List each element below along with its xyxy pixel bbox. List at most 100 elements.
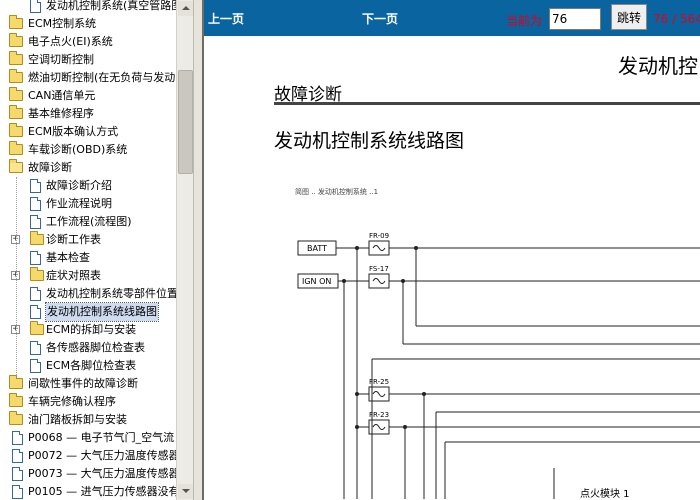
tree-item[interactable]: 发动机控制系统线路图: [0, 302, 176, 322]
tree-item-label: 油门踏板拆卸与安装: [28, 413, 127, 426]
tree-item-label: 故障诊断: [28, 161, 72, 174]
tree-item-label: 工作流程(流程图): [46, 215, 132, 228]
ignition-module-label: 点火模块 1: [580, 488, 630, 500]
scroll-thumb[interactable]: [178, 70, 193, 174]
tree-item-label: 发动机控制系统线路图: [45, 302, 159, 322]
tree-item[interactable]: P0105 — 进气压力传感器没有: [0, 483, 176, 500]
document-icon: [12, 449, 23, 463]
tree-item[interactable]: 各传感器脚位检查表: [0, 339, 176, 357]
folder-icon: [9, 15, 23, 29]
content-pane: 上一页 下一页 当前为 跳转 76 / 564 发动机控 故障诊断 发动机控制系…: [204, 0, 700, 500]
document-icon: [12, 431, 23, 445]
next-page-link[interactable]: 下一页: [362, 10, 398, 27]
page-counter: 76 / 564: [653, 12, 700, 26]
tree-item-label: CAN通信单元: [28, 89, 96, 102]
tree-item[interactable]: 燃油切断控制(在无负荷与发动: [0, 69, 176, 87]
tree-item[interactable]: 基本检查: [0, 249, 176, 267]
tree-item-label: 各传感器脚位检查表: [46, 341, 145, 354]
tree-item[interactable]: 发动机控制系统零部件位置: [0, 285, 176, 303]
tree-item[interactable]: 车载诊断(OBD)系统: [0, 141, 176, 159]
folder-icon: [9, 393, 23, 407]
tree-item[interactable]: P0072 — 大气压力温度传感器: [0, 447, 176, 465]
tree-item-label: P0073 — 大气压力温度传感器: [28, 467, 176, 480]
document-icon: [30, 0, 41, 13]
tree-item-label: 基本维修程序: [28, 107, 94, 120]
tree-item[interactable]: + 症状对照表: [0, 267, 176, 285]
page-toolbar: 上一页 下一页 当前为 跳转 76 / 564: [204, 0, 700, 36]
tree-item-label: 燃油切断控制(在无负荷与发动: [28, 71, 176, 84]
tree-item-label: 作业流程说明: [46, 197, 112, 210]
tree-item[interactable]: P0073 — 大气压力温度传感器: [0, 465, 176, 483]
pane-splitter[interactable]: [193, 0, 204, 500]
tree-item[interactable]: 车辆完修确认程序: [0, 393, 176, 411]
tree-item-label: 车辆完修确认程序: [28, 395, 116, 408]
doc-page-title: 发动机控制系统线路图: [274, 130, 465, 152]
jump-button[interactable]: 跳转: [611, 4, 647, 30]
tree-item[interactable]: ECM控制系统: [0, 15, 176, 33]
fuse-label-fr23: FR-23: [369, 411, 389, 419]
tree-item-label: ECM版本确认方式: [28, 125, 119, 138]
document-icon: [30, 215, 41, 229]
document-icon: [12, 485, 23, 499]
tree-item-label: ECM的拆卸与安装: [46, 323, 137, 336]
tree-item[interactable]: P0068 — 电子节气门_空气流: [0, 429, 176, 447]
fuse-label-fr09: FR-09: [369, 232, 389, 240]
tree-item-label: 车载诊断(OBD)系统: [28, 143, 128, 156]
diagram-caption: 简图 .. 发动机控制系统 ..1: [295, 187, 378, 196]
folder-icon: [9, 51, 23, 65]
tree-item[interactable]: 空调切断控制: [0, 51, 176, 69]
tree-item[interactable]: ECM版本确认方式: [0, 123, 176, 141]
tree-item-label: 发动机控制系统(真空管路图): [46, 0, 176, 12]
tree-item-label: 基本检查: [46, 251, 90, 264]
tree-item-label: 诊断工作表: [46, 233, 101, 246]
tree-item[interactable]: 间歇性事件的故障诊断: [0, 375, 176, 393]
tree-item-label: P0105 — 进气压力传感器没有: [28, 485, 176, 498]
folder-icon: [9, 87, 23, 101]
tree-item-label: ECM各脚位检查表: [46, 359, 137, 372]
scroll-down-icon[interactable]: [178, 484, 193, 499]
folder-icon: [9, 375, 23, 389]
tree-item[interactable]: 故障诊断介绍: [0, 177, 176, 195]
scroll-up-icon[interactable]: [178, 1, 193, 16]
tree-item[interactable]: 作业流程说明: [0, 195, 176, 213]
document-icon: [30, 305, 41, 319]
document-page: 发动机控 故障诊断 发动机控制系统线路图 简图 .. 发动机控制系统 ..1 B…: [204, 36, 700, 500]
tree-item[interactable]: 电子点火(EI)系统: [0, 33, 176, 51]
current-page-label: 当前为: [506, 14, 543, 28]
folder-icon: [30, 267, 44, 281]
tree-item[interactable]: 发动机控制系统(真空管路图): [0, 0, 176, 15]
prev-page-link[interactable]: 上一页: [208, 10, 244, 27]
folder-open-icon: [9, 159, 23, 173]
tree-item-label: 症状对照表: [46, 269, 101, 282]
ign-label: IGN ON: [302, 277, 331, 286]
tree-item[interactable]: 故障诊断: [0, 159, 176, 177]
folder-icon: [9, 123, 23, 137]
tree-item-label: 发动机控制系统零部件位置: [46, 287, 176, 300]
tree-item[interactable]: 油门踏板拆卸与安装: [0, 411, 176, 429]
document-icon: [30, 341, 41, 355]
doc-running-header: 发动机控: [618, 54, 698, 78]
document-icon: [12, 467, 23, 481]
document-icon: [30, 251, 41, 265]
folder-icon: [9, 33, 23, 47]
wiring-diagram: 简图 .. 发动机控制系统 ..1 BATT IGN ON FR-09 FS-1…: [295, 187, 700, 500]
tree-guide-line: [16, 177, 17, 375]
toc-tree[interactable]: 发动机控制系统(真空管路图) ECM控制系统 电子点火(EI)系统空调切断控制燃油切…: [0, 0, 176, 500]
folder-icon: [9, 69, 23, 83]
tree-item[interactable]: + ECM的拆卸与安装: [0, 321, 176, 339]
tree-item[interactable]: 工作流程(流程图): [0, 213, 176, 231]
folder-icon: [9, 105, 23, 119]
tree-item[interactable]: ECM各脚位检查表: [0, 357, 176, 375]
tree-item[interactable]: 基本维修程序: [0, 105, 176, 123]
tree-item-label: P0068 — 电子节气门_空气流: [28, 431, 175, 444]
folder-icon: [30, 321, 44, 335]
tree-item-label: 空调切断控制: [28, 53, 94, 66]
folder-icon: [9, 141, 23, 155]
tree-item-label: 故障诊断介绍: [46, 179, 112, 192]
tree-item[interactable]: CAN通信单元: [0, 87, 176, 105]
folder-icon: [9, 411, 23, 425]
tree-item[interactable]: + 诊断工作表: [0, 231, 176, 249]
page-number-input[interactable]: [549, 8, 601, 30]
document-icon: [30, 179, 41, 193]
tree-scrollbar[interactable]: [176, 0, 193, 500]
